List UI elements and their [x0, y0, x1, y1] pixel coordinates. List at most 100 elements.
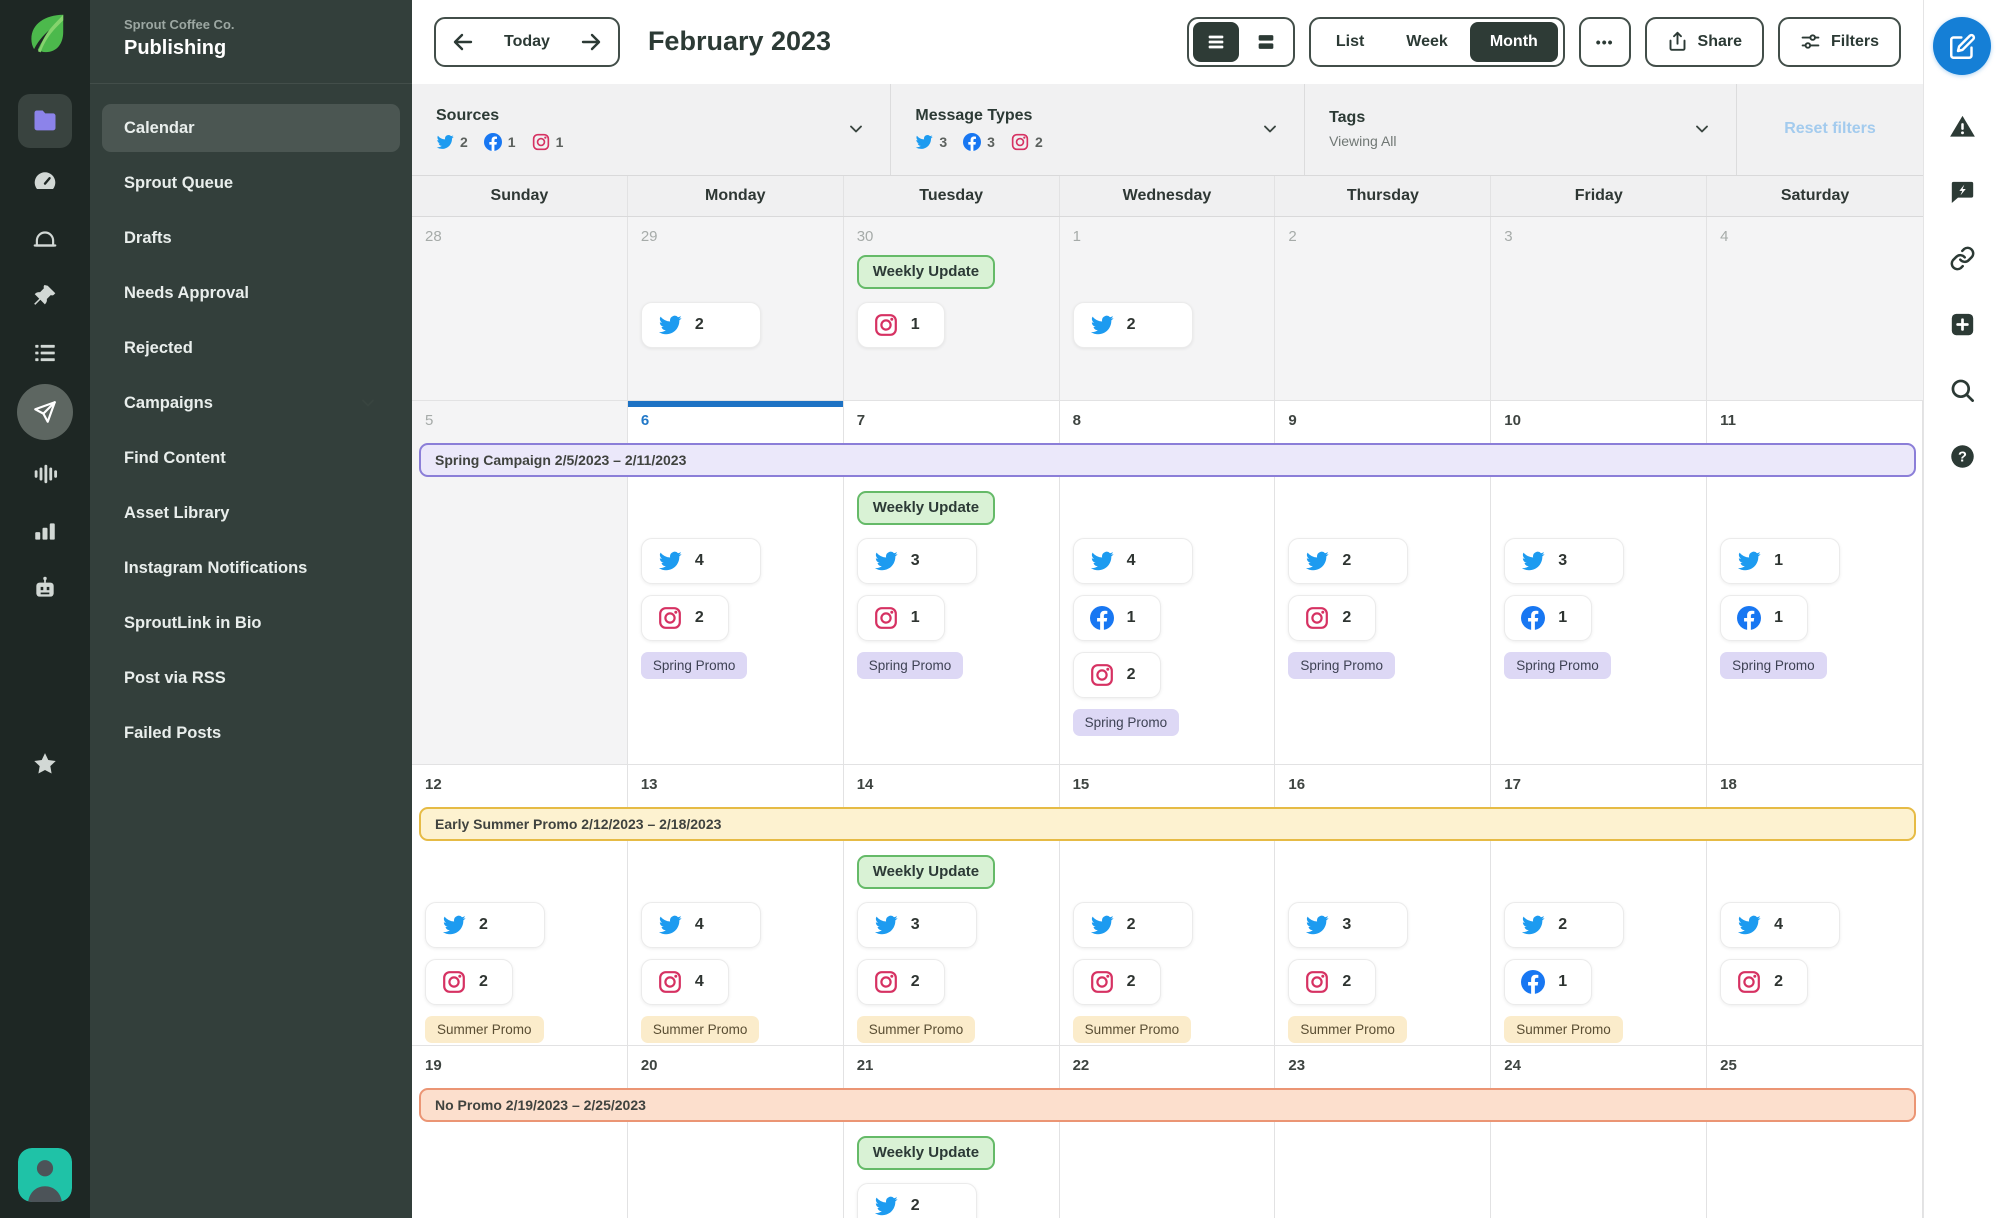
instagram-post-chip[interactable]: 2 — [1072, 651, 1161, 698]
event-pill[interactable]: Weekly Update — [856, 490, 996, 525]
facebook-post-chip[interactable]: 1 — [1504, 594, 1593, 641]
twitter-post-chip[interactable]: 2 — [1072, 901, 1193, 948]
twitter-post-chip[interactable]: 4 — [640, 537, 761, 584]
instagram-post-chip[interactable]: 2 — [1288, 594, 1377, 641]
tag-pill[interactable]: Spring Promo — [1072, 708, 1180, 736]
twitter-post-chip[interactable]: 2 — [856, 1182, 977, 1218]
facebook-post-chip[interactable]: 1 — [1072, 594, 1161, 641]
message-bolt-button[interactable] — [1947, 177, 1977, 207]
view-option-month[interactable]: Month — [1469, 21, 1558, 62]
twitter-post-chip[interactable]: 4 — [640, 901, 761, 948]
rail-item-bar-chart[interactable] — [18, 508, 72, 554]
link-button[interactable] — [1947, 243, 1977, 273]
tag-pill[interactable]: Summer Promo — [856, 1015, 976, 1043]
campaign-banner[interactable]: Spring Campaign 2/5/2023 – 2/11/2023 — [419, 442, 1916, 477]
user-avatar[interactable] — [18, 1148, 72, 1202]
facebook-post-chip[interactable]: 1 — [1720, 594, 1809, 641]
campaign-banner[interactable]: No Promo 2/19/2023 – 2/25/2023 — [419, 1087, 1916, 1122]
prev-period-button[interactable] — [448, 27, 478, 57]
twitter-post-chip[interactable]: 3 — [856, 537, 977, 584]
next-period-button[interactable] — [576, 27, 606, 57]
instagram-post-chip[interactable]: 1 — [856, 594, 945, 641]
twitter-post-chip[interactable]: 3 — [1504, 537, 1625, 584]
sidebar-item-asset-library[interactable]: Asset Library — [102, 489, 400, 537]
rail-item-paper-plane[interactable] — [17, 384, 73, 440]
calendar-day-21[interactable]: 21 Weekly Update 2 — [843, 1045, 1060, 1218]
twitter-post-chip[interactable]: 2 — [1504, 901, 1625, 948]
instagram-post-chip[interactable]: 2 — [1072, 958, 1161, 1005]
twitter-post-chip[interactable]: 2 — [425, 901, 545, 948]
rail-item-list[interactable] — [18, 330, 72, 376]
event-pill[interactable]: Weekly Update — [856, 854, 996, 889]
calendar-day-30[interactable]: 30 Weekly Update 1 — [843, 216, 1060, 400]
calendar-day-23[interactable]: 23 — [1275, 1045, 1492, 1218]
tag-pill[interactable]: Spring Promo — [856, 651, 964, 679]
more-options-button[interactable]: ••• — [1578, 16, 1631, 67]
sidebar-item-instagram-notifications[interactable]: Instagram Notifications — [102, 544, 400, 592]
calendar-day-28[interactable]: 28 — [412, 216, 628, 400]
event-pill[interactable]: Weekly Update — [856, 1135, 996, 1170]
tag-pill[interactable]: Spring Promo — [1504, 651, 1611, 679]
instagram-post-chip[interactable]: 2 — [640, 594, 729, 641]
facebook-post-chip[interactable]: 1 — [1504, 958, 1593, 1005]
sidebar-item-failed-posts[interactable]: Failed Posts — [102, 709, 400, 757]
sidebar-item-post-via-rss[interactable]: Post via RSS — [102, 654, 400, 702]
rail-item-folder[interactable] — [18, 94, 72, 148]
twitter-post-chip[interactable]: 1 — [1720, 537, 1841, 584]
compact-density-button[interactable] — [1192, 21, 1239, 62]
tag-pill[interactable]: Spring Promo — [640, 651, 748, 679]
calendar-day-29[interactable]: 29 2 — [627, 216, 844, 400]
calendar-day-22[interactable]: 22 — [1059, 1045, 1276, 1218]
reset-filters-button[interactable]: Reset filters — [1737, 84, 1923, 175]
twitter-post-chip[interactable]: 3 — [856, 901, 977, 948]
tag-pill[interactable]: Spring Promo — [1720, 651, 1827, 679]
tag-pill[interactable]: Summer Promo — [425, 1015, 544, 1043]
twitter-post-chip[interactable]: 2 — [1288, 537, 1409, 584]
twitter-post-chip[interactable]: 2 — [640, 301, 761, 348]
sidebar-item-drafts[interactable]: Drafts — [102, 214, 400, 262]
instagram-post-chip[interactable]: 1 — [856, 301, 945, 348]
tag-pill[interactable]: Summer Promo — [1072, 1015, 1192, 1043]
view-option-list[interactable]: List — [1316, 22, 1384, 62]
warning-button[interactable] — [1947, 111, 1977, 141]
sources-filter[interactable]: Sources 2 1 1 — [412, 83, 892, 175]
rail-item-pin[interactable] — [18, 273, 72, 319]
instagram-post-chip[interactable]: 2 — [1288, 958, 1377, 1005]
rail-item-inbox[interactable] — [18, 216, 72, 262]
calendar-day-19[interactable]: 19 — [412, 1045, 628, 1218]
message-types-filter[interactable]: Message Types 3 3 2 — [891, 83, 1306, 175]
sidebar-item-rejected[interactable]: Rejected — [102, 324, 400, 372]
tags-filter[interactable]: Tags Viewing All — [1305, 83, 1737, 175]
calendar-day-1[interactable]: 12 — [1059, 216, 1276, 400]
help-button[interactable]: ? — [1947, 441, 1977, 471]
instagram-post-chip[interactable]: 2 — [425, 958, 513, 1005]
calendar-day-20[interactable]: 20 — [627, 1045, 844, 1218]
twitter-post-chip[interactable]: 2 — [1072, 301, 1193, 348]
tag-pill[interactable]: Summer Promo — [640, 1015, 760, 1043]
calendar-day-2[interactable]: 2 — [1275, 216, 1492, 400]
campaign-banner[interactable]: Early Summer Promo 2/12/2023 – 2/18/2023 — [419, 806, 1916, 841]
tag-pill[interactable]: Spring Promo — [1288, 651, 1395, 679]
tag-pill[interactable]: Summer Promo — [1288, 1015, 1407, 1043]
compose-button[interactable] — [1933, 17, 1991, 75]
rail-item-gauge[interactable] — [18, 159, 72, 205]
rail-item-audio-wave[interactable] — [18, 451, 72, 497]
sidebar-item-needs-approval[interactable]: Needs Approval — [102, 269, 400, 317]
twitter-post-chip[interactable]: 4 — [1720, 901, 1841, 948]
rail-item-star[interactable] — [18, 741, 72, 787]
twitter-post-chip[interactable]: 3 — [1288, 901, 1409, 948]
sidebar-item-campaigns[interactable]: Campaigns — [102, 379, 400, 427]
sidebar-item-calendar[interactable]: Calendar — [102, 104, 400, 152]
event-pill[interactable]: Weekly Update — [856, 254, 996, 289]
sidebar-item-sprout-queue[interactable]: Sprout Queue — [102, 159, 400, 207]
expanded-density-button[interactable] — [1243, 22, 1289, 62]
plus-square-button[interactable] — [1947, 309, 1977, 339]
filters-button[interactable]: Filters — [1777, 16, 1901, 67]
twitter-post-chip[interactable]: 4 — [1072, 537, 1193, 584]
calendar-day-4[interactable]: 4 — [1707, 216, 1923, 400]
calendar-day-24[interactable]: 24 — [1491, 1045, 1708, 1218]
search-button[interactable] — [1947, 375, 1977, 405]
sidebar-item-sproutlink-in-bio[interactable]: SproutLink in Bio — [102, 599, 400, 647]
calendar-day-3[interactable]: 3 — [1491, 216, 1708, 400]
instagram-post-chip[interactable]: 2 — [1720, 958, 1809, 1005]
